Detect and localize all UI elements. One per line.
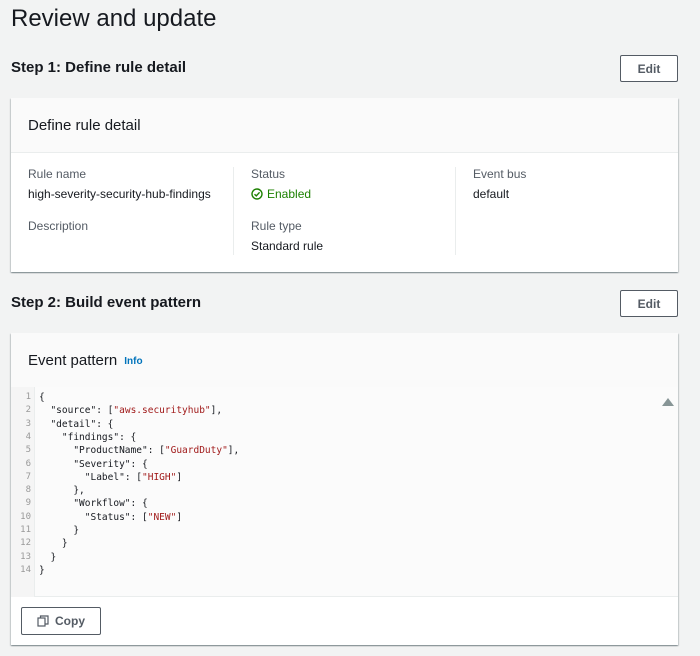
line-number: 14 <box>20 564 31 575</box>
step2-header: Step 2: Build event pattern Edit <box>11 290 678 318</box>
event-bus-label: Event bus <box>473 167 527 181</box>
description-label: Description <box>28 219 89 233</box>
event-pattern-card-header: Event pattern Info <box>11 333 678 388</box>
code-line: } <box>39 538 68 550</box>
step1-header: Step 1: Define rule detail Edit <box>11 55 678 83</box>
code-line: "source": ["aws.securityhub"], <box>50 405 223 417</box>
copy-icon <box>37 615 55 627</box>
code-line: "detail": { <box>50 418 114 430</box>
line-number: 4 <box>25 431 31 442</box>
info-link[interactable]: Info <box>124 356 142 367</box>
copy-button[interactable]: Copy <box>21 607 101 635</box>
line-number: 5 <box>25 445 31 456</box>
line-number: 6 <box>25 458 31 469</box>
line-number: 8 <box>25 485 31 496</box>
code-line: "Workflow": { <box>73 498 148 510</box>
code-line: } <box>39 564 45 576</box>
status-value: Enabled <box>251 187 451 201</box>
status-label: Status <box>251 167 286 181</box>
column-divider <box>233 167 234 255</box>
line-number: 9 <box>25 498 31 509</box>
rule-name-label: Rule name <box>28 167 87 181</box>
code-line: "ProductName": ["GuardDuty"], <box>73 445 240 457</box>
event-pattern-card-title: Event pattern <box>28 351 118 369</box>
check-circle-icon <box>251 188 267 200</box>
event-bus-value: default <box>473 187 510 201</box>
line-number-gutter: 1 2 3 4 5 6 7 8 9 10 11 12 13 14 <box>11 387 35 597</box>
line-number: 11 <box>20 525 31 535</box>
step1-title: Step 1: Define rule detail <box>11 59 187 76</box>
collapse-arrow-icon[interactable] <box>662 398 674 406</box>
copy-button-label: Copy <box>55 614 85 628</box>
page-title: Review and update <box>11 5 217 32</box>
rule-detail-body: Rule name high-severity-security-hub-fin… <box>11 153 678 271</box>
code-line: "findings": { <box>61 431 137 443</box>
rule-detail-card: Define rule detail Rule name high-severi… <box>11 98 678 272</box>
code-line: } <box>39 525 80 536</box>
line-number: 12 <box>20 538 31 549</box>
code-editor[interactable]: 1 2 3 4 5 6 7 8 9 10 11 12 13 14 { "source": ["aws.se… <box>11 387 678 597</box>
line-number: 3 <box>25 418 31 429</box>
line-number: 2 <box>25 405 31 416</box>
line-number: 13 <box>20 551 31 562</box>
rule-detail-card-header: Define rule detail <box>11 98 678 153</box>
step2-edit-button[interactable]: Edit <box>620 290 678 317</box>
rule-type-value: Standard rule <box>251 239 324 253</box>
rule-detail-col-2: Status Enabled Rule type Standard rule <box>251 167 451 257</box>
code-line: }, <box>39 485 85 497</box>
column-divider <box>455 167 456 255</box>
code-line: "Label": ["HIGH"] <box>84 471 183 483</box>
line-number: 1 <box>25 392 31 402</box>
rule-detail-col-3: Event bus default <box>473 167 663 257</box>
rule-type-label: Rule type <box>251 219 302 233</box>
line-number: 10 <box>20 511 31 522</box>
code-line: "Severity": { <box>73 458 148 470</box>
rule-name-value: high-severity-security-hub-findings <box>28 187 211 201</box>
code-line: } <box>39 551 57 563</box>
rule-detail-card-title: Define rule detail <box>28 116 141 134</box>
event-pattern-card: Event pattern Info 1 2 3 4 5 6 7 8 9 10 11 12 13 14 {… <box>11 333 678 645</box>
step2-title: Step 2: Build event pattern <box>11 294 202 311</box>
code-line: { <box>39 392 45 403</box>
status-text: Enabled <box>267 187 312 201</box>
rule-detail-col-1: Rule name high-severity-security-hub-fin… <box>28 167 228 257</box>
step1-edit-button[interactable]: Edit <box>620 55 678 82</box>
code-line: "Status": ["NEW"] <box>84 511 183 523</box>
line-number: 7 <box>25 471 31 482</box>
